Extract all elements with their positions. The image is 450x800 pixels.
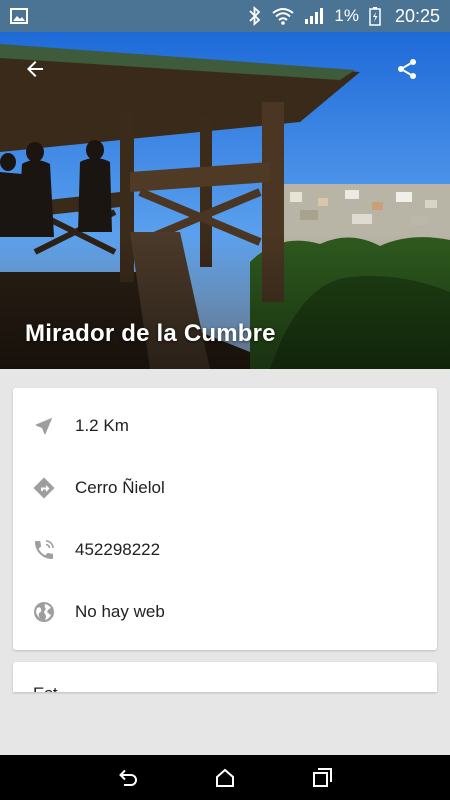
description-card: Est [13,662,437,692]
arrow-back-icon [27,61,43,77]
hero-header: Mirador de la Cumbre [0,32,450,369]
distance-row[interactable]: 1.2 Km [13,406,437,446]
phone-icon [32,538,56,562]
address-text: Cerro Ñielol [75,478,165,497]
signal-icon [304,7,324,25]
directions-icon [32,476,56,500]
share-icon [398,59,416,79]
phone-row[interactable]: 452298222 [13,530,437,570]
status-clock: 20:25 [394,5,440,26]
back-button[interactable] [20,54,50,84]
navigation-arrow-icon [32,414,56,438]
wifi-icon [272,7,294,25]
recents-nav-button[interactable] [302,758,342,798]
address-row[interactable]: Cerro Ñielol [13,468,437,508]
phone-text: 452298222 [75,540,161,559]
gazebo-viewpoint-photo [0,32,450,369]
image-notification-icon [10,8,28,24]
distance-text: 1.2 Km [75,416,129,435]
battery-percent: 1% [334,6,359,25]
website-row[interactable]: No hay web [13,592,437,632]
back-nav-icon [119,769,138,786]
description-heading: Est [33,684,58,692]
recents-nav-icon [312,767,332,787]
bluetooth-icon [248,6,262,26]
back-nav-button[interactable] [108,758,148,798]
place-title: Mirador de la Cumbre [25,320,276,347]
home-nav-button[interactable] [205,758,245,798]
share-button[interactable] [392,54,422,84]
website-text: No hay web [75,602,165,621]
globe-icon [32,600,56,624]
battery-charging-icon [369,6,381,26]
home-nav-icon [215,768,234,787]
navigation-bar [0,755,450,800]
status-bar: 1% 20:25 [0,0,450,32]
details-card: 1.2 Km Cerro Ñielol 452298222 No hay web [13,388,437,650]
